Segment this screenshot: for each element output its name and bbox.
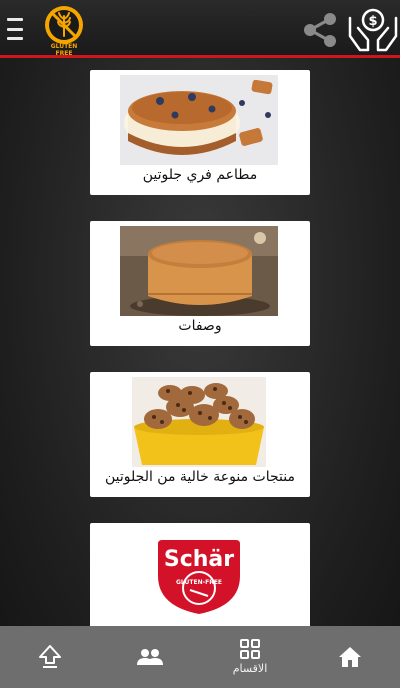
card-gluten-free-products[interactable]: منتجات منوعة خالية من الجلوتين	[90, 372, 310, 497]
categories-list: مطاعم فري جلوتين وصفات منتجات منوعة خالي…	[0, 61, 400, 626]
cheesecake-image	[120, 75, 278, 165]
schar-gluten-free-label: GLUTEN-FREE	[176, 579, 222, 586]
people-icon	[137, 649, 163, 665]
svg-text:GLUTEN: GLUTEN	[51, 43, 78, 50]
card-caption: وصفات	[178, 318, 222, 334]
schar-logo-image: Schär GLUTEN-FREE	[120, 528, 278, 618]
nav-community[interactable]	[100, 626, 200, 688]
card-caption: مطاعم فري جلوتين	[142, 167, 258, 183]
nav-home[interactable]	[300, 626, 400, 688]
svg-text:$: $	[368, 14, 377, 29]
donate-hands-icon[interactable]: $	[346, 6, 400, 54]
grid-icon	[240, 639, 260, 659]
nav-categories[interactable]: الاقسام	[200, 626, 300, 688]
card-caption: منتجات منوعة خالية من الجلوتين	[105, 469, 295, 485]
top-app-bar: GLUTEN FREE $	[0, 0, 400, 58]
bottom-navigation: الاقسام	[0, 626, 400, 688]
nav-categories-label: الاقسام	[232, 662, 268, 675]
schar-wordmark: Schär	[164, 547, 234, 572]
svg-text:FREE: FREE	[56, 50, 73, 57]
home-icon	[339, 647, 361, 667]
sponge-cake-image	[120, 226, 278, 316]
card-schar-brand[interactable]: Schär GLUTEN-FREE	[90, 523, 310, 626]
share-icon[interactable]	[300, 10, 340, 50]
menu-icon[interactable]	[7, 18, 25, 40]
card-gluten-free-restaurants[interactable]: مطاعم فري جلوتين	[90, 70, 310, 195]
gluten-free-logo: GLUTEN FREE	[42, 3, 86, 57]
arrow-up-icon	[39, 645, 61, 668]
card-recipes[interactable]: وصفات	[90, 221, 310, 346]
cookies-bowl-image	[120, 377, 278, 467]
nav-scroll-top[interactable]	[0, 626, 100, 688]
